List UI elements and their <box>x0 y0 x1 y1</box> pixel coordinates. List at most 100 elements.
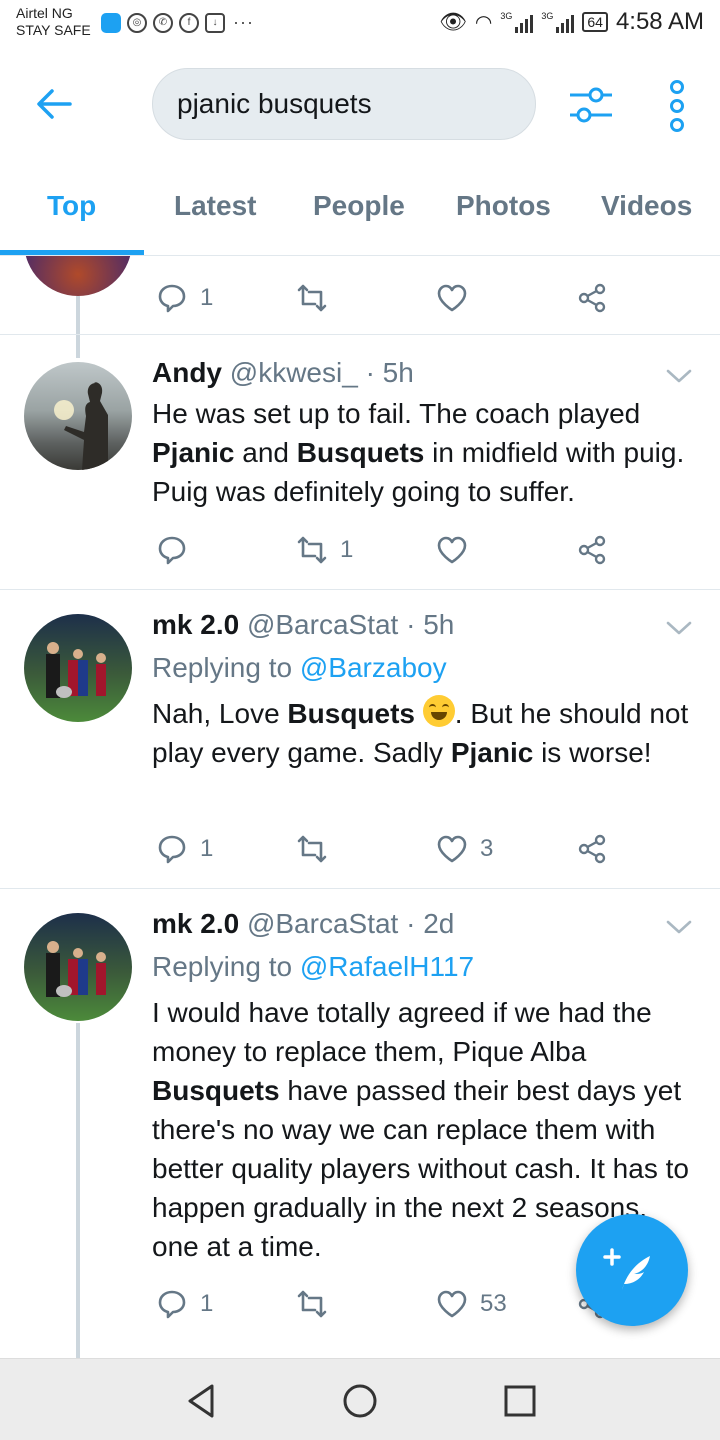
android-navigation-bar <box>0 1358 720 1440</box>
retweet-count: 1 <box>340 536 354 563</box>
reply-button[interactable] <box>156 530 188 570</box>
signal-icon-1: 3G <box>500 11 534 33</box>
search-input[interactable] <box>177 69 517 139</box>
author-handle-time: @BarcaStat · 2d <box>246 908 455 939</box>
shield-icon <box>101 12 121 33</box>
retweet-icon <box>297 536 327 564</box>
tweet-menu-chevron-icon[interactable] <box>664 917 694 937</box>
reply-icon <box>158 284 186 313</box>
download-icon: ↓ <box>205 12 225 33</box>
reply-button[interactable]: 1 <box>156 829 213 869</box>
tab-latest[interactable]: Latest <box>174 190 256 222</box>
back-triangle-icon[interactable] <box>182 1381 222 1421</box>
like-button[interactable]: 3 <box>436 829 493 869</box>
highlighted-keyword: Busquets <box>287 698 415 729</box>
retweet-button[interactable] <box>296 1284 328 1324</box>
share-icon <box>578 535 606 565</box>
reply-count: 1 <box>200 284 214 311</box>
tweet-text-segment: I would have totally agreed if we had th… <box>152 997 652 1067</box>
retweet-icon <box>297 1290 327 1318</box>
status-bar: Airtel NG STAY SAFE ◎ ✆ f ↓ ··· 👁 ◠ 3G 3… <box>0 0 720 48</box>
heart-icon <box>437 536 467 564</box>
replying-to-mention[interactable]: @RafaelH117 <box>300 951 474 982</box>
like-button[interactable] <box>436 278 468 318</box>
whatsapp-icon: ✆ <box>153 12 173 33</box>
search-box[interactable] <box>152 68 536 140</box>
author-name[interactable]: Andy <box>152 357 222 388</box>
search-tabs: Top Latest People Photos Videos <box>0 160 720 256</box>
replying-to-label: Replying to <box>152 951 293 982</box>
tweet-actions: 1 <box>152 278 672 318</box>
compose-tweet-button[interactable] <box>576 1214 688 1326</box>
like-count: 3 <box>480 835 494 862</box>
tweet-text: He was set up to fail. The coach played … <box>152 398 685 507</box>
retweet-button[interactable] <box>296 829 328 869</box>
wifi-icon: ◠ <box>474 11 493 34</box>
heart-icon <box>437 284 467 312</box>
tweet-actions: 1 <box>152 530 672 570</box>
tweet-menu-chevron-icon[interactable] <box>664 366 694 386</box>
carrier-info: Airtel NG STAY SAFE <box>16 5 91 39</box>
chrome-icon: ◎ <box>127 12 147 33</box>
home-circle-icon[interactable] <box>340 1381 380 1421</box>
avatar[interactable] <box>24 614 132 722</box>
retweet-button[interactable] <box>296 278 328 318</box>
tweet-actions: 1 3 <box>152 829 672 869</box>
replying-to-line: Replying to @Barzaboy <box>152 650 447 686</box>
tweet-text-segment: is worse! <box>533 737 652 768</box>
battery-icon: 64 <box>582 12 608 32</box>
clock: 4:58 AM <box>615 8 704 35</box>
divider <box>0 334 720 335</box>
retweet-icon <box>297 835 327 863</box>
reply-icon <box>158 536 186 565</box>
reply-icon <box>158 1290 186 1319</box>
reply-button[interactable]: 1 <box>156 278 213 318</box>
recents-square-icon[interactable] <box>500 1381 540 1421</box>
like-button[interactable]: 53 <box>436 1284 507 1324</box>
search-header <box>0 48 720 160</box>
laughing-emoji-icon <box>422 695 455 727</box>
more-options-icon[interactable] <box>662 78 692 134</box>
avatar[interactable] <box>24 913 132 1021</box>
highlighted-keyword: Busquets <box>152 1075 280 1106</box>
avatar[interactable] <box>24 362 132 470</box>
more-notifications-icon: ··· <box>233 12 254 32</box>
tab-people[interactable]: People <box>313 190 405 222</box>
tweet-header: Andy @kkwesi_ · 5h <box>152 356 414 390</box>
tweet-text: Nah, Love Busquets . But he should not p… <box>152 694 692 772</box>
share-button[interactable] <box>576 278 608 318</box>
back-arrow-icon[interactable] <box>34 84 74 124</box>
facebook-icon: f <box>179 12 199 33</box>
heart-icon <box>437 835 467 863</box>
heart-icon <box>437 1290 467 1318</box>
like-count: 53 <box>480 1290 507 1317</box>
author-handle-time: @BarcaStat · 5h <box>246 609 455 640</box>
search-filter-icon[interactable] <box>566 80 616 130</box>
eye-comfort-icon: 👁 <box>438 9 467 34</box>
tab-photos[interactable]: Photos <box>456 190 551 222</box>
like-button[interactable] <box>436 530 468 570</box>
network-type-1: 3G <box>500 11 513 21</box>
reply-button[interactable]: 1 <box>156 1284 213 1324</box>
share-button[interactable] <box>576 530 608 570</box>
share-button[interactable] <box>576 829 608 869</box>
system-status: 👁 ◠ 3G 3G 64 4:58 AM <box>439 8 704 36</box>
tweet-text-segment: Nah, Love <box>152 698 288 729</box>
avatar[interactable] <box>24 256 132 296</box>
tab-videos[interactable]: Videos <box>601 190 692 222</box>
tweet-menu-chevron-icon[interactable] <box>664 618 694 638</box>
divider <box>0 888 720 889</box>
replying-to-mention[interactable]: @Barzaboy <box>300 652 447 683</box>
tweet-header: mk 2.0 @BarcaStat · 2d <box>152 907 454 941</box>
author-name[interactable]: mk 2.0 <box>152 609 239 640</box>
reply-count: 1 <box>200 1290 214 1317</box>
author-handle-time: @kkwesi_ · 5h <box>229 357 414 388</box>
tab-top[interactable]: Top <box>47 190 96 222</box>
tweet-header: mk 2.0 @BarcaStat · 5h <box>152 608 454 642</box>
notification-icons: ◎ ✆ f ↓ ··· <box>101 12 254 33</box>
compose-quill-icon <box>603 1248 650 1290</box>
author-name[interactable]: mk 2.0 <box>152 908 239 939</box>
retweet-button[interactable]: 1 <box>296 530 353 570</box>
retweet-icon <box>297 284 327 312</box>
search-results-feed[interactable]: 1 Andy @kkwesi_ · 5h He was set up to fa… <box>0 256 720 1358</box>
